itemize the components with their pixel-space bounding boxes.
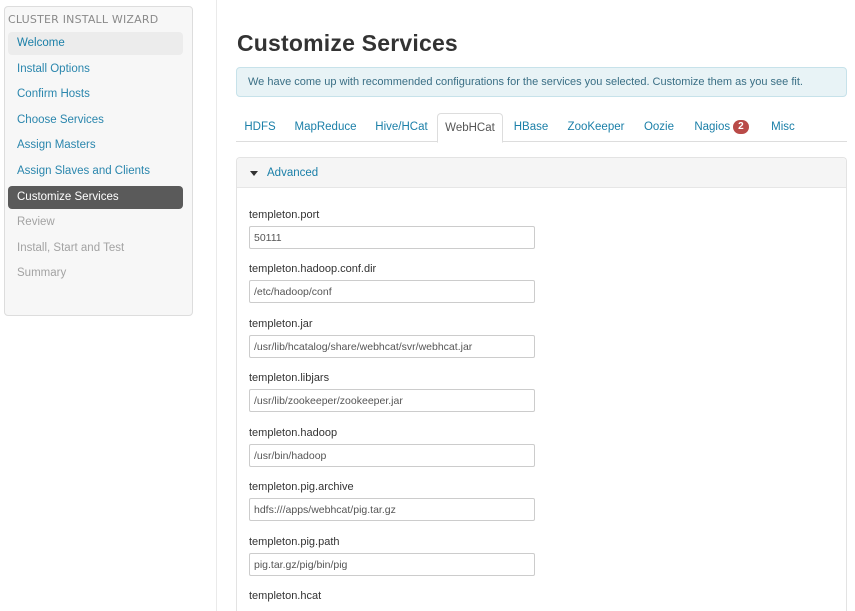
tab-hbase[interactable]: HBase: [507, 113, 555, 142]
templeton-jar-input[interactable]: [249, 335, 535, 358]
wizard-title: CLUSTER INSTALL WIZARD: [8, 13, 159, 26]
tab-hive-hcat[interactable]: Hive/HCat: [368, 113, 435, 142]
page-title: Customize Services: [237, 30, 458, 56]
field-label: templeton.pig.archive: [249, 481, 354, 493]
field-label: templeton.hcat: [249, 590, 322, 602]
tab-oozie[interactable]: Oozie: [637, 113, 681, 142]
tab-nagios[interactable]: Nagios 2: [689, 113, 754, 142]
templeton-libjars-input[interactable]: [249, 389, 535, 412]
tab-label: WebHCat: [445, 122, 495, 134]
templeton-hadoop-conf-dir-input[interactable]: [249, 280, 535, 303]
tab-label: Misc: [771, 121, 795, 133]
advanced-section-toggle[interactable]: Advanced: [237, 158, 846, 188]
templeton-pig-path-input[interactable]: [249, 553, 535, 576]
config-field-templeton-hadoop-conf-dir: templeton.hadoop.conf.dir: [249, 262, 535, 303]
field-label: templeton.libjars: [249, 372, 330, 384]
field-label: templeton.jar: [249, 318, 313, 330]
step-install-options[interactable]: Install Options: [8, 58, 183, 81]
wizard-steps-list: Welcome Install Options Confirm Hosts Ch…: [8, 32, 183, 288]
tab-zookeeper[interactable]: ZooKeeper: [562, 113, 630, 142]
vertical-divider: [216, 0, 217, 611]
config-field-templeton-pig-archive: templeton.pig.archive: [249, 480, 535, 521]
step-welcome[interactable]: Welcome: [8, 32, 183, 55]
config-field-templeton-libjars: templeton.libjars: [249, 371, 535, 412]
tab-label: Oozie: [643, 121, 675, 133]
field-label: templeton.hadoop.conf.dir: [249, 263, 377, 275]
step-assign-slaves-clients[interactable]: Assign Slaves and Clients: [8, 160, 183, 183]
tab-label: MapReduce: [294, 121, 357, 133]
tab-label: HDFS: [244, 121, 276, 133]
tab-label: Hive/HCat: [375, 121, 428, 133]
config-field-templeton-pig-path: templeton.pig.path: [249, 535, 535, 576]
config-field-templeton-hcat: templeton.hcat: [249, 589, 321, 603]
tab-mapreduce[interactable]: MapReduce: [287, 113, 364, 142]
step-choose-services[interactable]: Choose Services: [8, 109, 183, 132]
step-review: Review: [17, 216, 55, 229]
field-label: templeton.port: [249, 209, 320, 221]
templeton-hadoop-input[interactable]: [249, 444, 535, 467]
step-confirm-hosts[interactable]: Confirm Hosts: [8, 83, 183, 106]
tab-webhcat[interactable]: WebHCat: [437, 113, 503, 143]
advanced-config-panel: Advanced templeton.port templeton.hadoop…: [236, 157, 847, 611]
tab-hdfs[interactable]: HDFS: [236, 113, 284, 142]
info-alert: We have come up with recommended configu…: [236, 67, 847, 97]
service-tabs: HDFS MapReduce Hive/HCat WebHCat HBase Z…: [236, 113, 847, 143]
field-label: templeton.pig.path: [249, 536, 340, 548]
caret-down-icon: [250, 171, 258, 176]
tab-label: ZooKeeper: [567, 121, 625, 133]
step-install-start-test: Install, Start and Test: [17, 241, 125, 254]
step-assign-masters[interactable]: Assign Masters: [8, 134, 183, 157]
tab-misc[interactable]: Misc: [762, 113, 804, 142]
tab-label: Nagios: [694, 121, 731, 133]
config-field-templeton-port: templeton.port: [249, 208, 535, 249]
field-label: templeton.hadoop: [249, 427, 338, 439]
nagios-alert-badge: 2: [733, 120, 749, 134]
step-summary: Summary: [17, 267, 67, 280]
info-alert-text: We have come up with recommended configu…: [248, 76, 803, 88]
advanced-section-label: Advanced: [267, 167, 319, 179]
templeton-pig-archive-input[interactable]: [249, 498, 535, 521]
wizard-sidebar: CLUSTER INSTALL WIZARD Welcome Install O…: [4, 6, 193, 316]
config-field-templeton-jar: templeton.jar: [249, 317, 535, 358]
tab-label: HBase: [513, 121, 549, 133]
config-field-templeton-hadoop: templeton.hadoop: [249, 426, 535, 467]
templeton-port-input[interactable]: [249, 226, 535, 249]
step-customize-services[interactable]: Customize Services: [8, 185, 183, 209]
